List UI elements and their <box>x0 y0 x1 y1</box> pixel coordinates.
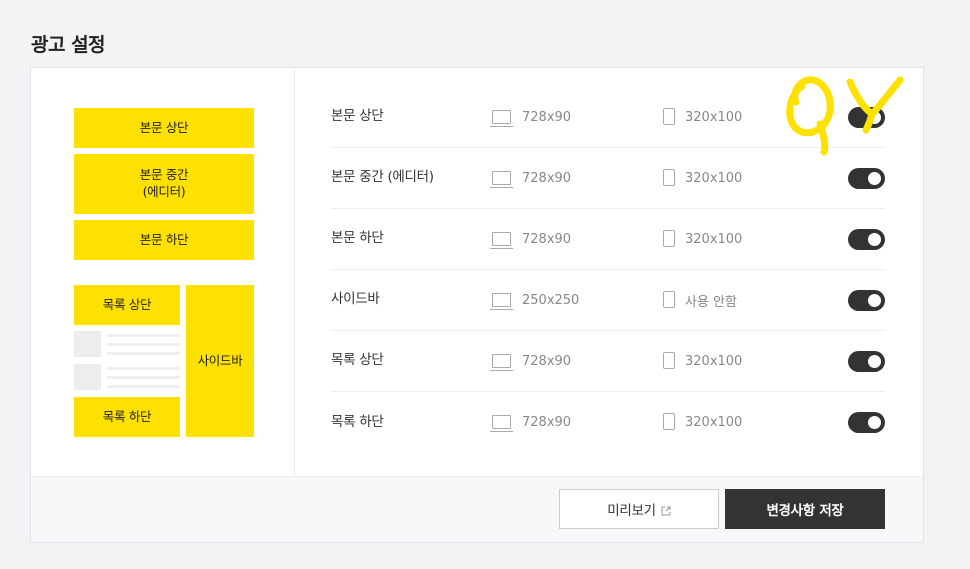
external-link-icon <box>661 504 671 516</box>
slot-label: 목록 하단 <box>331 413 384 430</box>
pc-size: 728x90 <box>522 109 572 125</box>
toggle-knob <box>868 111 881 124</box>
panel-footer: 미리보기 변경사항 저장 <box>31 476 923 542</box>
ad-slot-row: 본문 하단 728x90 320x100 <box>331 209 885 270</box>
placeholder-line <box>107 352 180 355</box>
mobile-icon <box>663 413 675 430</box>
preview-button[interactable]: 미리보기 <box>559 489 719 529</box>
slot-toggle[interactable] <box>848 351 885 372</box>
placeholder-line <box>107 334 180 337</box>
pc-size: 728x90 <box>522 415 572 430</box>
slot-label: 목록 상단 <box>331 352 384 368</box>
toggle-knob <box>868 355 881 368</box>
mobile-icon <box>663 230 675 247</box>
monitor-icon <box>490 110 513 127</box>
toggle-knob <box>868 416 881 429</box>
slot-label: 본문 상단 <box>331 108 384 124</box>
ad-settings-panel: 본문 상단 본문 중간 (에디터) 본문 하단 목록 상단 목록 하단 사이드바… <box>30 67 924 543</box>
slot-toggle[interactable] <box>848 107 885 128</box>
save-changes-button[interactable]: 변경사항 저장 <box>725 489 885 529</box>
preview-body-top: 본문 상단 <box>74 108 254 148</box>
slot-toggle[interactable] <box>848 290 885 311</box>
preview-button-label: 미리보기 <box>607 503 656 519</box>
mobile-icon <box>663 169 675 186</box>
mobile-size: 320x100 <box>685 353 743 369</box>
preview-body-mid: 본문 중간 (에디터) <box>74 154 254 214</box>
preview-list-bottom: 목록 하단 <box>74 397 180 437</box>
pc-size: 728x90 <box>522 170 572 186</box>
placeholder-thumbnail <box>74 364 101 390</box>
placeholder-thumbnail <box>74 331 101 357</box>
ad-slot-row: 본문 상단 728x90 320x100 <box>331 87 885 148</box>
mobile-size: 320x100 <box>685 415 743 430</box>
ad-slot-row: 본문 중간 (에디터) 728x90 320x100 <box>331 148 885 209</box>
ad-slot-row: 사이드바 250x250 사용 안함 <box>331 270 885 331</box>
placeholder-line <box>107 343 180 346</box>
slot-label: 사이드바 <box>331 291 380 307</box>
placeholder-line <box>107 385 180 388</box>
preview-sidebar: 사이드바 <box>186 285 254 437</box>
preview-list-top: 목록 상단 <box>74 285 180 325</box>
mobile-icon <box>663 352 675 369</box>
toggle-knob <box>868 294 881 307</box>
toggle-knob <box>868 233 881 246</box>
mobile-size: 320x100 <box>685 231 743 247</box>
ad-layout-preview: 본문 상단 본문 중간 (에디터) 본문 하단 목록 상단 목록 하단 사이드바 <box>31 68 295 476</box>
mobile-icon <box>663 291 675 308</box>
mobile-size: 320x100 <box>685 170 743 186</box>
mobile-size: 사용 안함 <box>685 294 737 310</box>
slot-toggle[interactable] <box>848 168 885 189</box>
ad-slot-row: 목록 하단 728x90 320x100 <box>331 392 885 453</box>
mobile-icon <box>663 108 675 125</box>
ad-slot-list: 본문 상단 728x90 320x100 본문 중간 (에디터) 728x90 … <box>295 68 925 476</box>
placeholder-line <box>107 367 180 370</box>
page-title: 광고 설정 <box>31 34 106 56</box>
monitor-icon <box>490 415 513 432</box>
monitor-icon <box>490 293 513 310</box>
preview-body-bottom: 본문 하단 <box>74 220 254 260</box>
pc-size: 250x250 <box>522 292 580 308</box>
toggle-knob <box>868 172 881 185</box>
slot-toggle[interactable] <box>848 412 885 433</box>
slot-label: 본문 하단 <box>331 230 384 246</box>
pc-size: 728x90 <box>522 353 572 369</box>
monitor-icon <box>490 232 513 249</box>
ad-slot-row: 목록 상단 728x90 320x100 <box>331 331 885 392</box>
slot-toggle[interactable] <box>848 229 885 250</box>
monitor-icon <box>490 354 513 371</box>
slot-label: 본문 중간 (에디터) <box>331 169 434 185</box>
mobile-size: 320x100 <box>685 109 743 125</box>
placeholder-line <box>107 376 180 379</box>
monitor-icon <box>490 171 513 188</box>
pc-size: 728x90 <box>522 231 572 247</box>
